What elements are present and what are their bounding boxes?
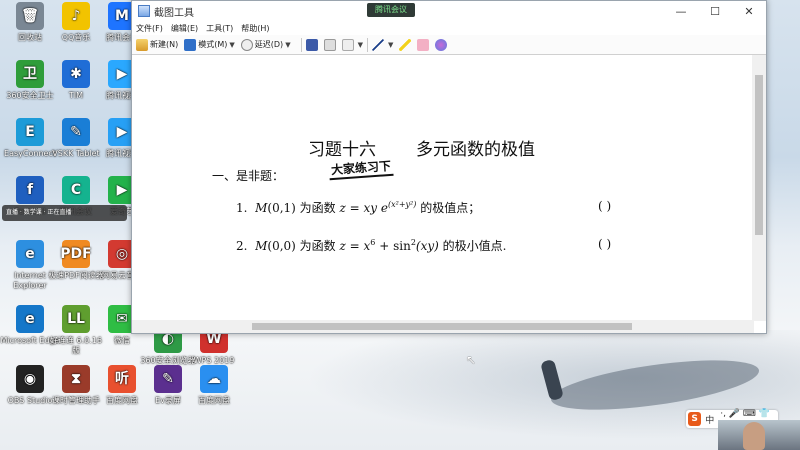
mouse-cursor: ↖	[466, 353, 477, 367]
send-icon[interactable]	[341, 38, 354, 51]
window-controls: — ☐ ✕	[664, 1, 766, 21]
title-bar[interactable]: 截图工具 腾讯会议 — ☐ ✕	[132, 1, 766, 21]
live-banner: 直播 · 数学课 · 正在直播	[2, 205, 127, 221]
app-icon: ⧗	[62, 365, 90, 393]
save-icon[interactable]	[305, 38, 318, 51]
pen-icon[interactable]	[371, 38, 384, 51]
menu-bar: 文件(F) 编辑(E) 工具(T) 帮助(H)	[132, 21, 766, 35]
exercise-title: 习题十六 多元函数的极值	[308, 140, 535, 160]
sogou-icon[interactable]: S	[688, 412, 702, 426]
section-heading: 一、是非题：	[212, 169, 285, 183]
scissors-icon	[138, 5, 150, 17]
app-icon: ✱	[62, 60, 90, 88]
minimize-button[interactable]: —	[664, 1, 698, 21]
app-icon: C	[62, 176, 90, 204]
chevron-down-icon[interactable]: ▼	[388, 41, 393, 49]
mode-button[interactable]: 模式(M) ▼	[184, 38, 235, 51]
scissors-icon	[136, 38, 148, 51]
app-icon: e	[16, 240, 44, 268]
scroll-thumb[interactable]	[755, 75, 763, 235]
highlighter-icon[interactable]	[399, 38, 412, 51]
app-icon: f	[16, 176, 44, 204]
problem-1: 1. M(0,1) 为函数 z = xy e(x²+y²) 的极值点；	[236, 200, 481, 215]
app-icon: 听	[108, 365, 136, 393]
app-icon: E	[16, 118, 44, 146]
app-icon: ◉	[16, 365, 44, 393]
app-icon: e	[16, 305, 44, 333]
window-title: 截图工具	[154, 7, 194, 19]
app-icon: ☁	[200, 365, 228, 393]
chevron-down-icon: ▼	[229, 40, 235, 49]
menu-file[interactable]: 文件(F)	[136, 23, 163, 34]
chevron-down-icon: ▼	[285, 40, 291, 49]
answer-blank-2: ( )	[598, 237, 612, 251]
app-icon: LL	[62, 305, 90, 333]
desktop-icon-label: 百度网盘	[198, 396, 230, 405]
handwritten-note: 大家练习下	[328, 156, 394, 181]
problem-2: 2. M(0,0) 为函数 z = x6 + sin2(xy) 的极小值点.	[236, 238, 507, 253]
horizontal-scrollbar[interactable]	[132, 320, 754, 333]
presenter-face	[743, 422, 765, 450]
app-icon: ✎	[154, 365, 182, 393]
scroll-thumb[interactable]	[252, 323, 632, 330]
menu-edit[interactable]: 编辑(E)	[171, 23, 198, 34]
new-button[interactable]: 新建(N)	[136, 38, 178, 51]
app-icon: 卫	[16, 60, 44, 88]
webcam-overlay	[718, 420, 800, 450]
clock-icon	[240, 38, 253, 51]
toolbar-separator	[366, 37, 368, 52]
close-button[interactable]: ✕	[732, 1, 766, 21]
snip-canvas[interactable]: 习题十六 多元函数的极值 一、是非题： 大家练习下 1. M(0,1) 为函数 z…	[132, 55, 754, 321]
mode-icon	[184, 38, 197, 51]
vertical-scrollbar[interactable]	[752, 55, 766, 321]
app-icon: ♪	[62, 2, 90, 30]
menu-help[interactable]: 帮助(H)	[241, 23, 269, 34]
app-icon: 🗑	[16, 2, 44, 30]
menu-tools[interactable]: 工具(T)	[206, 23, 233, 34]
toolbar: 新建(N) 模式(M) ▼ 延迟(D) ▼ ▼ ▼	[132, 35, 766, 55]
chevron-down-icon[interactable]: ▼	[358, 41, 363, 49]
app-icon: PDF	[60, 240, 92, 268]
color-picker-icon[interactable]	[435, 38, 448, 51]
copy-icon[interactable]	[323, 38, 336, 51]
app-icon: ✎	[62, 118, 90, 146]
snipping-tool-window: 截图工具 腾讯会议 — ☐ ✕ 文件(F) 编辑(E) 工具(T) 帮助(H) …	[131, 0, 767, 334]
maximize-button[interactable]: ☐	[698, 1, 732, 21]
desktop-icon[interactable]: ☁ 百度网盘	[184, 365, 244, 406]
delay-button[interactable]: 延迟(D) ▼	[240, 38, 291, 51]
answer-blank-1: ( )	[598, 199, 612, 213]
meeting-badge[interactable]: 腾讯会议	[367, 3, 415, 17]
ime-mode[interactable]: 中	[705, 413, 714, 426]
eraser-icon[interactable]	[417, 38, 430, 51]
toolbar-separator	[300, 37, 302, 52]
